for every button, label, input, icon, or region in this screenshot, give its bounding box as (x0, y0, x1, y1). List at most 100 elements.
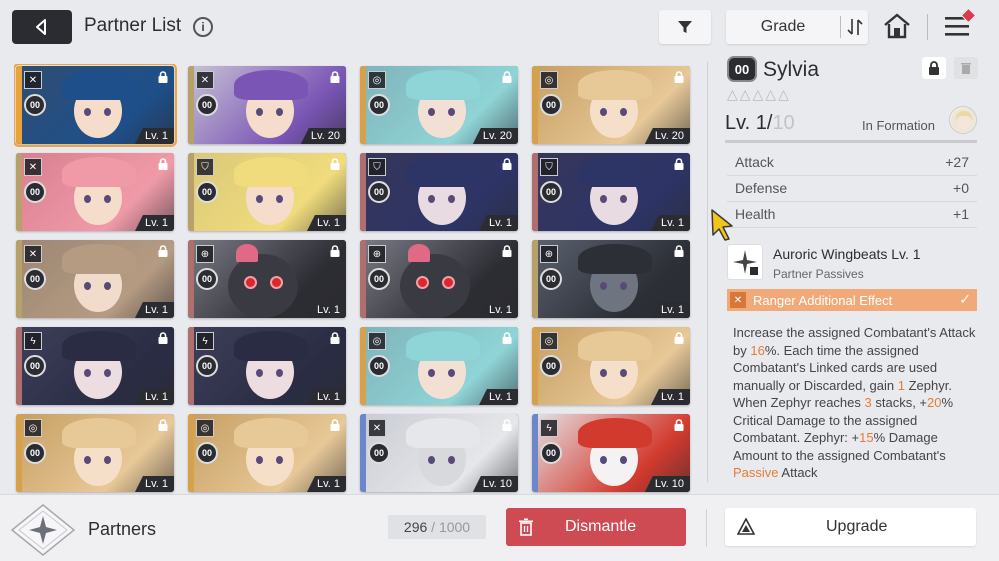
page-title: Partner List (84, 15, 182, 36)
rarity-stars: △△△△△ (727, 86, 791, 102)
partner-card[interactable]: ⊕ 00 Lv. 1 (188, 240, 346, 318)
portrait-eye (276, 456, 283, 464)
rarity-stripe (188, 66, 194, 144)
stat-value: +0 (953, 180, 969, 196)
ranger-effect-bar[interactable]: ✕ Ranger Additional Effect ✓ (727, 289, 977, 311)
grade-badge: 00 (368, 94, 390, 116)
target-icon: ◎ (540, 332, 558, 350)
partner-card[interactable]: ◎ 00 Lv. 1 (360, 327, 518, 405)
portrait-hair (406, 157, 480, 187)
count-max: 1000 (438, 519, 471, 535)
partner-card[interactable]: ✕ 00 Lv. 20 (188, 66, 346, 144)
passive-description: Increase the assigned Combatant's Attack… (733, 324, 983, 482)
partner-card[interactable]: ⛉ 00 Lv. 1 (188, 153, 346, 231)
lock-icon (500, 244, 514, 258)
partner-card[interactable]: ϟ 00 Lv. 1 (188, 327, 346, 405)
passive-skill-icon[interactable] (727, 244, 763, 280)
portrait-eye (84, 456, 91, 464)
filter-button[interactable] (659, 10, 711, 44)
partner-card[interactable]: ◎ 00 Lv. 1 (188, 414, 346, 492)
portrait-eye (620, 108, 627, 116)
portrait-eye (276, 108, 283, 116)
partner-card[interactable]: ϟ 00 Lv. 1 (16, 327, 174, 405)
partner-card[interactable]: ◎ 00 Lv. 1 (532, 327, 690, 405)
trash-button[interactable] (954, 57, 978, 79)
rarity-stripe (188, 153, 194, 231)
portrait-hair (578, 331, 652, 361)
highlight-value: 15 (859, 430, 874, 445)
sort-dropdown[interactable]: Grade (726, 10, 868, 44)
lock-icon (156, 418, 170, 432)
shield-icon: ⛉ (196, 158, 214, 176)
lock-icon (672, 331, 686, 345)
portrait-eye (428, 369, 435, 377)
partner-card[interactable]: ⛉ 00 Lv. 1 (360, 153, 518, 231)
grade-badge: 00 (540, 94, 562, 116)
portrait-hair (236, 244, 258, 262)
grade-badge: 00 (24, 94, 46, 116)
grade-badge: 00 (196, 442, 218, 464)
partner-card[interactable]: ✕ 00 Lv. 1 (16, 153, 174, 231)
portrait-hair (408, 244, 430, 262)
partner-card[interactable]: ✕ 00 Lv. 10 (360, 414, 518, 492)
portrait-hair (62, 331, 136, 361)
target-icon: ◎ (24, 419, 42, 437)
portrait-eye (620, 369, 627, 377)
formation-label: In Formation (862, 118, 935, 133)
dismantle-button[interactable]: Dismantle (506, 508, 686, 546)
highlight-value: 3 (864, 395, 872, 410)
rarity-stripe (532, 327, 538, 405)
rarity-stripe (16, 327, 22, 405)
partner-card[interactable]: ◎ 00 Lv. 20 (360, 66, 518, 144)
portrait-eye (84, 195, 91, 203)
portrait-hair (62, 157, 136, 187)
formation-avatar[interactable] (949, 106, 977, 134)
portrait-eye (600, 108, 607, 116)
portrait-hair (234, 331, 308, 361)
grade-badge: 00 (24, 355, 46, 377)
stat-value: +1 (953, 206, 969, 222)
partner-card[interactable]: ⛉ 00 Lv. 1 (532, 153, 690, 231)
lock-button[interactable] (922, 57, 946, 79)
ranger-class-icon: ✕ (730, 292, 746, 308)
partner-card[interactable]: ◎ 00 Lv. 20 (532, 66, 690, 144)
portrait-eye (244, 276, 257, 289)
portrait-eye (600, 195, 607, 203)
grade-badge: 00 (540, 355, 562, 377)
top-divider (927, 14, 928, 40)
rarity-stripe (360, 153, 366, 231)
partner-card[interactable]: ⊕ 00 Lv. 1 (532, 240, 690, 318)
grade-badge: 00 (196, 94, 218, 116)
portrait-eye (256, 369, 263, 377)
upgrade-button[interactable]: Upgrade (725, 508, 976, 546)
crosshair-icon: ⊕ (540, 245, 558, 263)
portrait-eye (600, 369, 607, 377)
partner-card[interactable]: ◎ 00 Lv. 1 (16, 414, 174, 492)
portrait-eye (600, 282, 607, 290)
grade-badge: 00 (368, 268, 390, 290)
lock-icon (156, 331, 170, 345)
partner-grade-badge: 00 (727, 56, 757, 82)
check-icon: ✓ (959, 291, 971, 307)
crosshair-icon: ⊕ (196, 245, 214, 263)
lock-icon (156, 157, 170, 171)
lock-icon (328, 244, 342, 258)
partner-card[interactable]: ⊕ 00 Lv. 1 (360, 240, 518, 318)
sort-order-icon[interactable] (846, 17, 864, 37)
upgrade-label: Upgrade (826, 518, 888, 535)
back-button[interactable] (12, 10, 72, 44)
partner-card[interactable]: ✕ 00 Lv. 1 (16, 240, 174, 318)
lock-icon (156, 70, 170, 84)
grade-badge: 00 (24, 268, 46, 290)
portrait-hair (62, 244, 136, 274)
home-icon[interactable] (882, 12, 912, 40)
partner-detail-panel: 00 Sylvia △△△△△ Lv. 1/10 In Formation At… (707, 56, 987, 486)
partner-card[interactable]: ✕ 00 Lv. 1 (14, 64, 177, 147)
partner-card[interactable]: ϟ 00 Lv. 10 (532, 414, 690, 492)
info-icon[interactable]: i (193, 17, 213, 37)
portrait-face (400, 254, 470, 318)
bottom-bar: Partners 296 / 1000 Dismantle Upgrade (0, 494, 999, 561)
lock-icon (500, 157, 514, 171)
portrait-hair (578, 157, 652, 187)
lock-icon (929, 61, 939, 75)
